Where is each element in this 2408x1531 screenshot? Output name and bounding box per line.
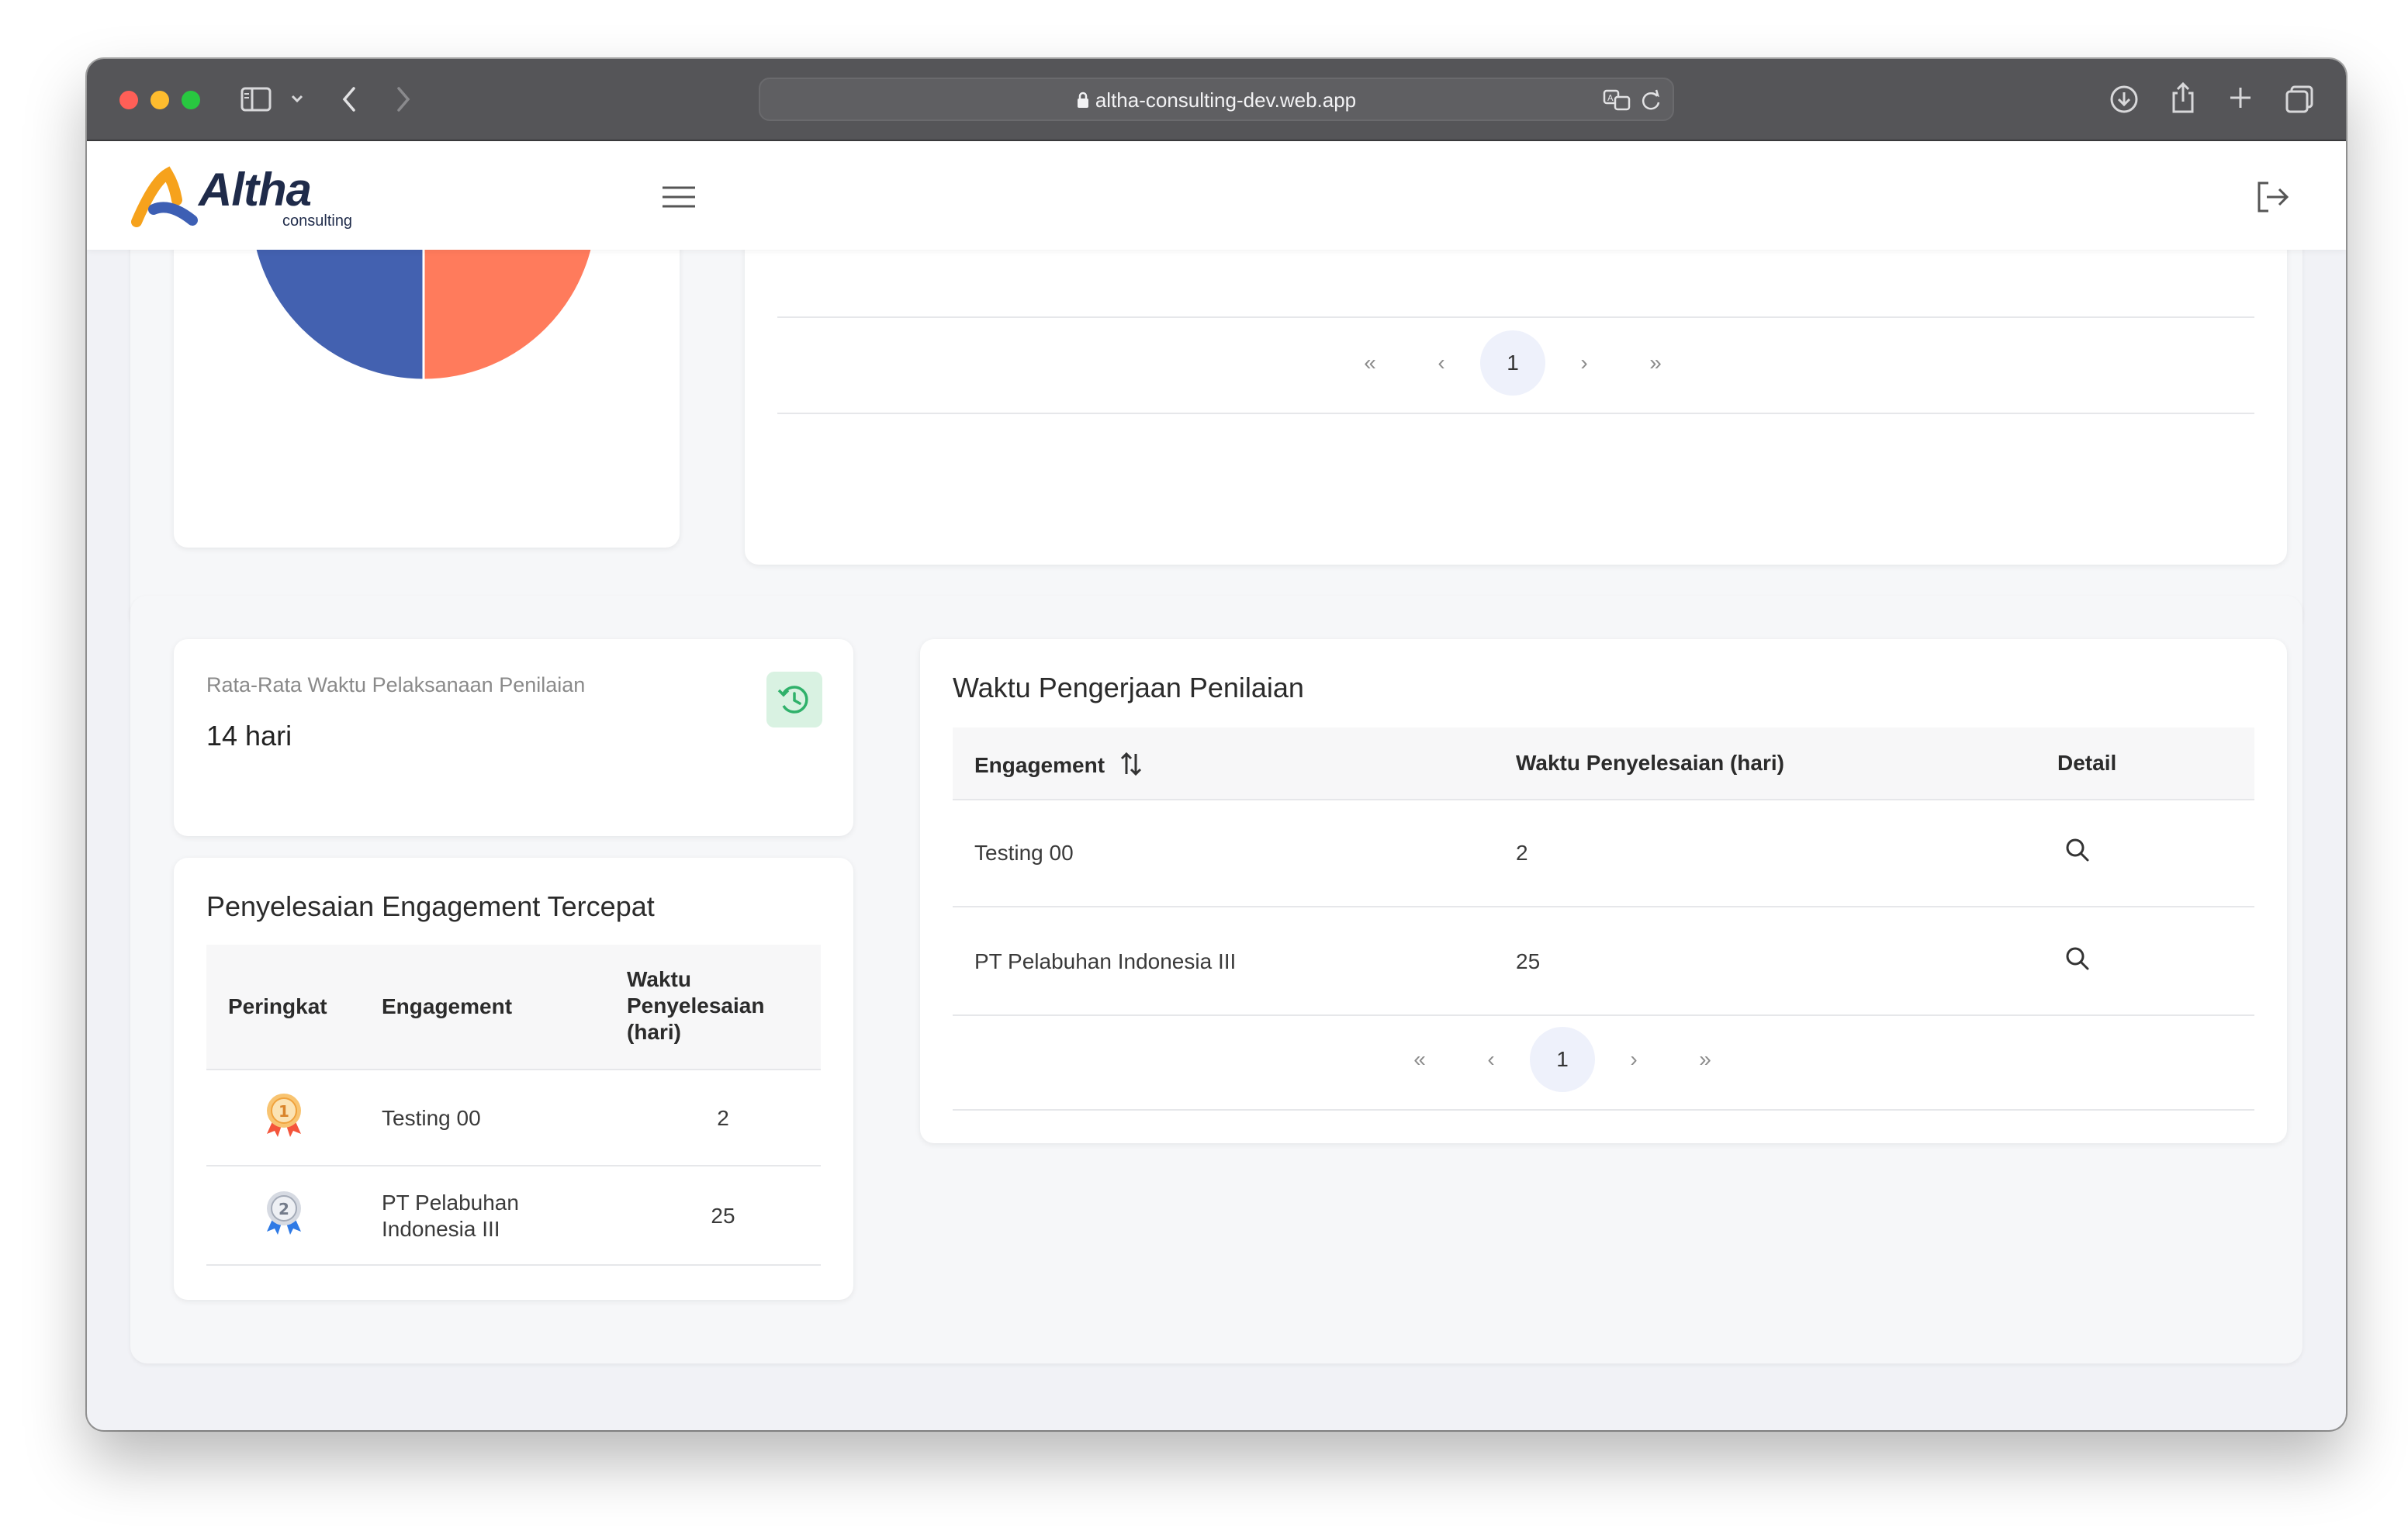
chevron-down-icon[interactable] <box>290 93 304 104</box>
silver-medal-icon: 2 <box>259 1187 309 1239</box>
completion-time: 2 <box>1516 841 1528 865</box>
engagement-name: PT Pelabuhan Indonesia III <box>974 949 1237 973</box>
completion-time: 25 <box>1516 949 1541 973</box>
forward-icon[interactable] <box>394 85 413 113</box>
pagination-prev-button[interactable]: ‹ <box>1458 1027 1524 1092</box>
col-rank: Peringkat <box>228 994 327 1018</box>
col-detail: Detail <box>2057 751 2117 775</box>
col-engagement: Engagement <box>382 994 513 1018</box>
logout-button[interactable] <box>2253 178 2290 216</box>
menu-toggle-button[interactable] <box>661 183 697 211</box>
fastest-engagement-title: Penyelesaian Engagement Tercepat <box>206 890 655 922</box>
logo-mark-icon <box>131 166 198 227</box>
sort-icon[interactable] <box>1120 751 1142 783</box>
pagination-page-1[interactable]: 1 <box>1480 330 1545 396</box>
sidebar-toggle-icon[interactable] <box>240 87 272 112</box>
pagination-prev-button[interactable]: ‹ <box>1409 330 1474 396</box>
lock-icon <box>1077 81 1089 123</box>
hamburger-icon <box>663 186 695 208</box>
engagement-name: PT Pelabuhan Indonesia III <box>382 1191 519 1241</box>
download-icon[interactable] <box>2109 84 2140 115</box>
tab-overview-icon[interactable] <box>2284 84 2315 115</box>
translate-icon[interactable]: A <box>1603 88 1631 112</box>
logout-icon <box>2258 181 2289 213</box>
maximize-window-button[interactable] <box>182 91 200 109</box>
col-completion-time: Waktu Penyelesaian (hari) <box>627 967 765 1044</box>
url-text: altha-consulting-dev.web.app <box>1095 88 1357 112</box>
completion-time: 2 <box>717 1106 729 1130</box>
close-window-button[interactable] <box>119 91 138 109</box>
pagination-page-1[interactable]: 1 <box>1530 1027 1595 1092</box>
search-icon <box>2066 838 2089 862</box>
work-time-title: Waktu Pengerjaan Penilaian <box>953 672 1304 703</box>
address-bar[interactable]: altha-consulting-dev.web.app A <box>759 78 1674 121</box>
engagement-name: Testing 00 <box>382 1106 481 1130</box>
pagination-next-button[interactable]: › <box>1552 330 1617 396</box>
browser-titlebar: altha-consulting-dev.web.app A <box>87 59 2346 141</box>
top-pagination: « ‹ 1 › » <box>1337 330 1694 396</box>
reload-icon[interactable] <box>1640 88 1662 112</box>
detail-search-button[interactable] <box>2064 836 2091 867</box>
pagination-last-button[interactable]: » <box>1673 1027 1738 1092</box>
minimize-window-button[interactable] <box>150 91 169 109</box>
altha-logo[interactable]: Altha consulting <box>130 163 352 233</box>
history-icon <box>766 672 822 727</box>
logo-text: Altha <box>199 164 312 216</box>
app-header: Altha consulting <box>87 141 2346 250</box>
new-tab-icon[interactable] <box>2226 84 2254 112</box>
completion-time: 25 <box>711 1204 735 1228</box>
svg-text:A: A <box>1607 93 1614 103</box>
back-icon[interactable] <box>340 85 358 113</box>
pagination-last-button[interactable]: » <box>1623 330 1688 396</box>
pagination-first-button[interactable]: « <box>1337 330 1403 396</box>
pagination-first-button[interactable]: « <box>1387 1027 1452 1092</box>
avg-time-value: 14 hari <box>206 720 292 752</box>
search-icon <box>2066 947 2089 970</box>
fastest-engagement-card: Penyelesaian Engagement Tercepat Peringk… <box>174 858 853 1300</box>
work-time-pagination: « ‹ 1 › » <box>1387 1027 1744 1092</box>
col-completion-time: Waktu Penyelesaian (hari) <box>1516 751 1784 775</box>
col-engagement-sortable[interactable]: Engagement <box>974 751 1142 783</box>
avg-time-label: Rata-Rata Waktu Pelaksanaan Penilaian <box>206 673 586 696</box>
assessment-section: Rata-Rata Waktu Pelaksanaan Penilaian 14… <box>130 596 2302 1363</box>
svg-text:2: 2 <box>279 1200 289 1218</box>
avg-time-card: Rata-Rata Waktu Pelaksanaan Penilaian 14… <box>174 639 853 836</box>
pagination-next-button[interactable]: › <box>1601 1027 1666 1092</box>
browser-window: altha-consulting-dev.web.app A Altha con… <box>87 59 2346 1430</box>
share-icon[interactable] <box>2169 81 2197 115</box>
engagement-name: Testing 00 <box>974 841 1074 865</box>
svg-text:1: 1 <box>279 1102 289 1121</box>
gold-medal-icon: 1 <box>259 1089 309 1142</box>
logo-subtext: consulting <box>282 213 353 230</box>
work-time-card: Waktu Pengerjaan Penilaian Engagement Wa… <box>920 639 2287 1143</box>
detail-search-button[interactable] <box>2064 945 2091 976</box>
